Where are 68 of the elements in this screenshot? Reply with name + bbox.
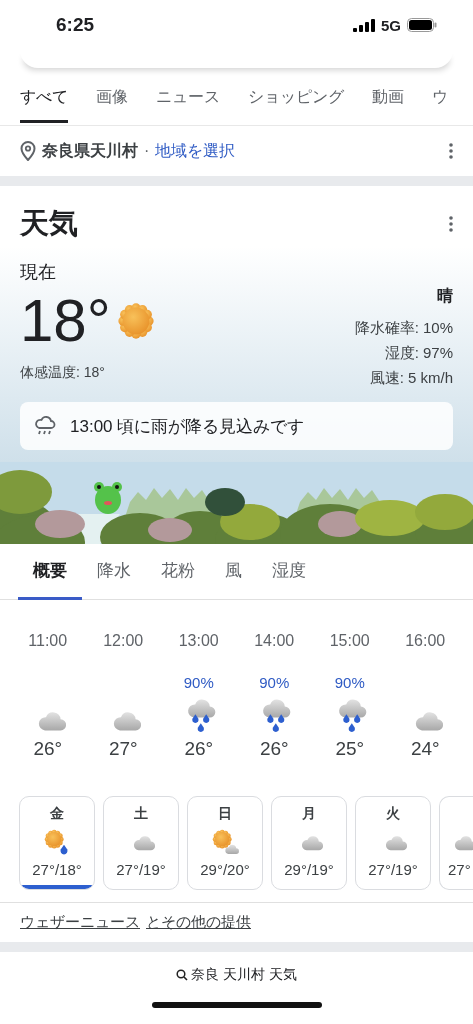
hour-temperature: 25° [335,738,365,760]
hour-temperature: 26° [259,738,289,760]
status-time: 6:25 [56,14,96,36]
day-label: 火 [386,805,400,823]
day-card[interactable]: 27° [439,796,473,890]
weather-detail: 降水確率: 10% [354,319,453,338]
day-card[interactable]: 月 29°/19° [271,796,347,890]
precipitation-chance: 90% [183,674,214,693]
search-query[interactable]: 奈良 天川村 天気 [191,966,297,984]
day-card[interactable]: 火 27°/19° [355,796,431,890]
search-tab[interactable]: ショッピング [248,84,344,123]
feels-like-text: 体感温度: 18° [20,364,106,382]
weather-tab[interactable]: 概要 [18,544,82,600]
alert-text: 13:00 頃に雨が降る見込みです [70,415,305,438]
weather-detail: 湿度: 97% [384,344,453,363]
day-label: 日 [218,805,232,823]
day-temperatures: 29°/20° [200,861,250,878]
more-options-icon[interactable] [449,216,453,232]
choose-region-link[interactable]: 地域を選択 [155,140,236,162]
day-temperatures: 27°/18° [32,861,82,878]
rain-cloud-icon [34,415,56,437]
day-card[interactable]: 金 27°/18° [19,796,95,890]
search-tab[interactable]: すべて [20,84,68,123]
more-options-icon[interactable] [449,143,453,159]
sun-cloud-icon [211,828,239,856]
hour-time: 12:00 [103,632,144,651]
day-temperatures: 29°/19° [284,861,334,878]
battery-icon [407,18,437,32]
current-label: 現在 [20,261,57,284]
day-card[interactable]: 日 29°/20° [187,796,263,890]
weather-condition: 晴 [437,286,453,306]
search-tab[interactable]: ウ [432,84,448,123]
weather-tab[interactable]: 風 [210,544,257,600]
weather-tab[interactable]: 降水 [82,544,146,600]
hour-time: 16:00 [405,632,446,651]
weather-title: 天気 [20,206,78,241]
source-link[interactable]: ウェザーニュース [20,913,140,932]
hour-time: 11:00 [28,632,68,651]
search-tab[interactable]: 動画 [372,84,404,123]
day-temperatures: 27°/19° [116,861,166,878]
network-label: 5G [381,16,401,34]
day-temperatures: 27°/19° [368,861,418,878]
location-name: 奈良県天川村 [42,140,138,161]
weather-detail: 風速: 5 km/h [369,369,453,388]
weather-tab[interactable]: 花粉 [146,544,210,600]
day-label: 金 [50,805,64,823]
day-temperatures: 27° [448,861,471,878]
day-card[interactable]: 土 27°/19° [103,796,179,890]
day-label: 土 [134,805,148,823]
separator-dot: · [144,142,150,160]
attribution-text: とその他の提供 [146,913,251,932]
signal-icon [353,18,375,32]
current-temperature: 18° [20,286,111,356]
hour-temperature: 24° [410,738,440,760]
hour-time: 14:00 [254,632,295,651]
location-pin-icon [20,141,36,161]
hour-temperature: 26° [33,738,63,760]
precipitation-chance: 90% [259,674,290,693]
hour-temperature: 27° [108,738,138,760]
search-tab[interactable]: ニュース [156,84,220,123]
day-label: 月 [302,805,316,823]
hour-time: 15:00 [329,632,370,651]
hour-time: 13:00 [178,632,219,651]
hour-temperature: 26° [184,738,214,760]
precipitation-chance: 90% [334,674,365,693]
weather-tab[interactable]: 湿度 [257,544,321,600]
search-icon [176,969,189,981]
search-tab[interactable]: 画像 [96,84,128,123]
